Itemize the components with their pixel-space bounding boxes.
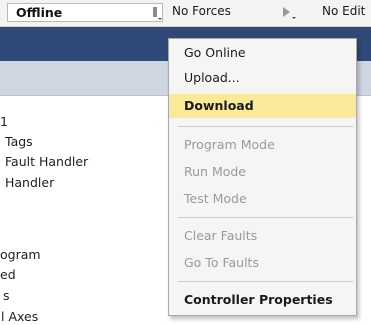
tree-item[interactable]: l Axes [1, 309, 38, 324]
forces-status-dropdown[interactable]: No Forces [167, 3, 304, 22]
menu-separator [178, 281, 353, 282]
toolbar: Offline No Forces No Edit [0, 0, 371, 27]
menu-separator [178, 126, 353, 127]
dropdown-arrow-icon[interactable] [152, 7, 162, 21]
tree-item[interactable]: Tags [5, 134, 33, 149]
controller-status-label: Offline [16, 5, 63, 20]
menu-item-test-mode[interactable]: Test Mode [169, 187, 356, 211]
menu-item-go-to-faults[interactable]: Go To Faults [169, 251, 356, 275]
menu-item-download[interactable]: Download [169, 94, 356, 118]
menu-item-upload[interactable]: Upload... [169, 66, 356, 90]
menu-item-go-online[interactable]: Go Online [169, 41, 356, 65]
menu-item-label: Program Mode [184, 137, 275, 152]
menu-item-label: Clear Faults [184, 228, 258, 243]
menu-item-clear-faults[interactable]: Clear Faults [169, 224, 356, 248]
tree-item[interactable]: Handler [5, 175, 54, 190]
forces-dropdown-arrow-icon[interactable] [281, 6, 297, 20]
edits-status-label: No Edit [322, 4, 366, 18]
menu-item-run-mode[interactable]: Run Mode [169, 160, 356, 184]
menu-item-label: Upload... [184, 70, 240, 85]
menu-item-label: Test Mode [184, 191, 247, 206]
controller-menu: Go Online Upload... Download Program Mod… [168, 38, 357, 316]
tree-item[interactable]: Fault Handler [5, 154, 88, 169]
controller-status-dropdown[interactable]: Offline [7, 3, 163, 22]
forces-status-label: No Forces [172, 4, 231, 18]
menu-item-label: Controller Properties [184, 292, 333, 307]
menu-separator [178, 217, 353, 218]
menu-item-controller-properties[interactable]: Controller Properties [169, 288, 356, 312]
menu-item-label: Download [184, 98, 254, 113]
tree-item[interactable]: ed [0, 267, 16, 282]
menu-item-label: Go To Faults [184, 255, 259, 270]
menu-item-label: Go Online [184, 45, 246, 60]
tree-item[interactable]: ogram [0, 247, 41, 262]
menu-item-program-mode[interactable]: Program Mode [169, 133, 356, 157]
menu-item-label: Run Mode [184, 164, 246, 179]
tree-item[interactable]: s [3, 288, 10, 303]
tree-item[interactable]: 1 [0, 114, 8, 129]
